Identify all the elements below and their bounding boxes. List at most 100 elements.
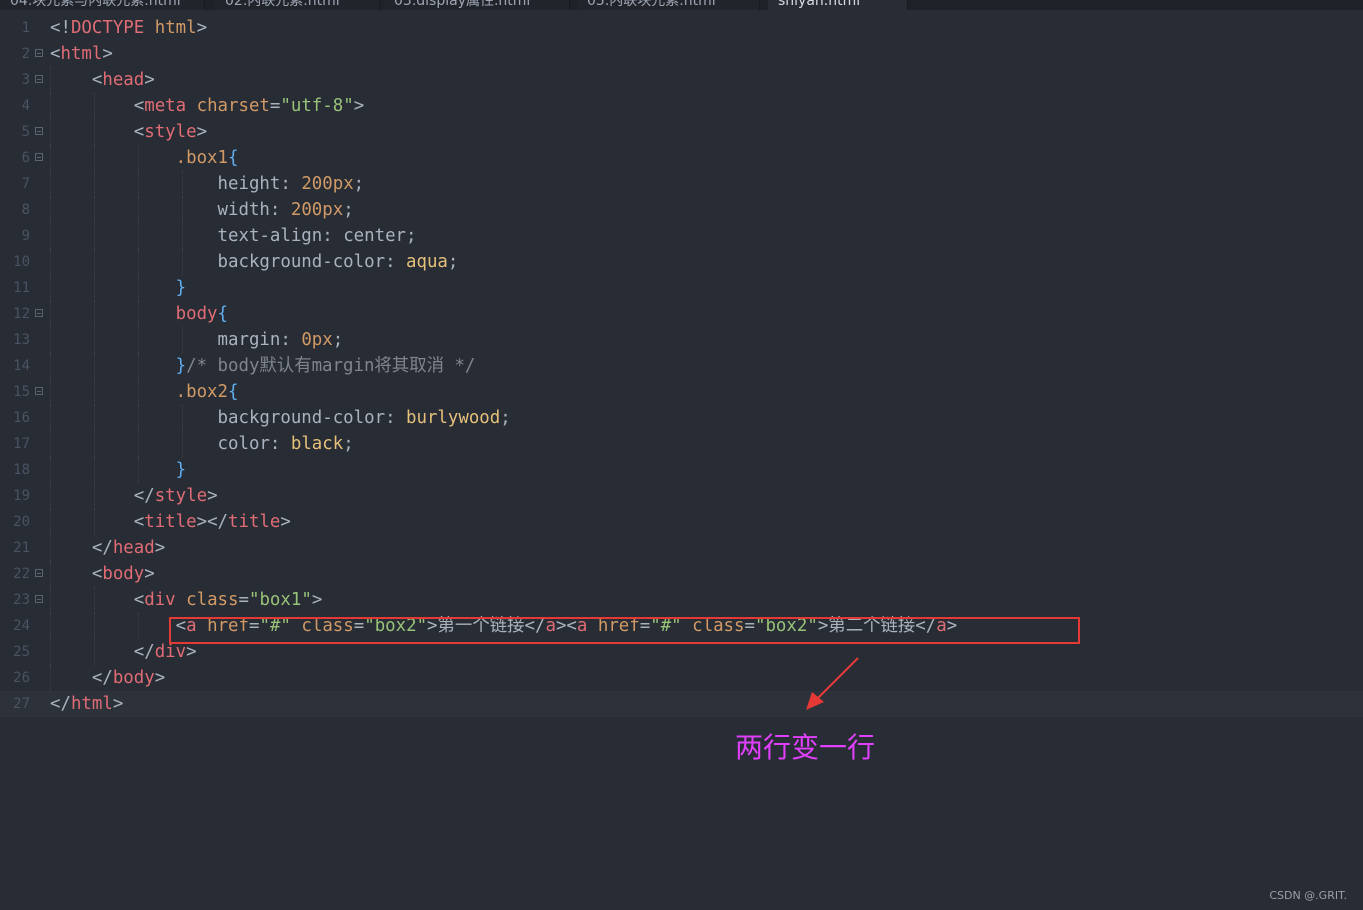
code-text: </style> xyxy=(50,483,218,509)
tab-0[interactable]: 04.块元素与内联元素.html xyxy=(0,0,205,10)
code-token: > xyxy=(112,694,124,714)
code-line[interactable]: 4 <meta charset="utf-8"> xyxy=(0,93,1363,119)
code-text: text-align: center; xyxy=(50,223,417,249)
fold-toggle-icon[interactable] xyxy=(35,49,43,57)
code-token: charset xyxy=(196,96,270,116)
code-text: <body> xyxy=(50,561,155,587)
line-number: 10 xyxy=(13,254,30,270)
code-token: = xyxy=(238,590,249,610)
code-token: < xyxy=(50,616,187,636)
fold-toggle-icon[interactable] xyxy=(35,309,43,317)
line-number: 15 xyxy=(13,384,30,400)
code-line[interactable]: 26 </body> xyxy=(0,665,1363,691)
code-token: .box2 xyxy=(175,382,228,402)
line-number: 22 xyxy=(13,566,30,582)
code-line[interactable]: 17 color: black; xyxy=(0,431,1363,457)
tab-1[interactable]: 02.内联元素.html xyxy=(215,0,380,10)
fold-toggle-icon[interactable] xyxy=(35,595,43,603)
code-token: "box1" xyxy=(248,590,312,610)
code-text: <title></title> xyxy=(50,509,291,535)
code-token: burlywood xyxy=(406,408,501,428)
code-line[interactable]: 13 margin: 0px; xyxy=(0,327,1363,353)
code-line[interactable]: 16 background-color: burlywood; xyxy=(0,405,1363,431)
tab-3[interactable]: 05.内联块元素.html xyxy=(577,0,760,10)
code-text: } xyxy=(50,457,186,483)
code-line[interactable]: 12 body{ xyxy=(0,301,1363,327)
code-token: background-color xyxy=(217,408,386,428)
code-token: </ xyxy=(50,486,155,506)
code-token: body xyxy=(175,304,218,324)
line-number: 27 xyxy=(13,696,30,712)
code-text: </head> xyxy=(50,535,165,561)
code-line[interactable]: 11 } xyxy=(0,275,1363,301)
fold-toggle-icon[interactable] xyxy=(35,387,43,395)
code-token: div xyxy=(154,642,187,662)
tab-4[interactable]: shiyan.html xyxy=(768,0,908,10)
fold-toggle-icon[interactable] xyxy=(35,127,43,135)
code-line[interactable]: 21 </head> xyxy=(0,535,1363,561)
line-number: 6 xyxy=(21,150,30,166)
code-token: black xyxy=(290,434,344,454)
code-token: html xyxy=(60,44,103,64)
code-line[interactable]: 9 text-align: center; xyxy=(0,223,1363,249)
code-line[interactable]: 15 .box2{ xyxy=(0,379,1363,405)
code-token: ; xyxy=(353,174,365,194)
code-text: </html> xyxy=(50,691,123,717)
code-token: } xyxy=(175,278,187,298)
code-token: : xyxy=(385,252,407,272)
code-token: < xyxy=(50,590,145,610)
code-token: 200px xyxy=(301,174,354,194)
code-line[interactable]: 6 .box1{ xyxy=(0,145,1363,171)
code-line[interactable]: 23 <div class="box1"> xyxy=(0,587,1363,613)
code-line[interactable]: 7 height: 200px; xyxy=(0,171,1363,197)
fold-toggle-icon[interactable] xyxy=(35,569,43,577)
code-line[interactable]: 27 </html> xyxy=(0,691,1363,717)
line-number: 26 xyxy=(13,670,30,686)
annotation-arrow xyxy=(806,657,859,710)
code-token: text-align xyxy=(217,226,323,246)
code-line[interactable]: 10 background-color: aqua; xyxy=(0,249,1363,275)
code-token: < xyxy=(50,512,145,532)
code-token: : xyxy=(269,434,291,454)
code-line[interactable]: 5 <style> xyxy=(0,119,1363,145)
code-line[interactable]: 22 <body> xyxy=(0,561,1363,587)
code-line[interactable]: 2 <html> xyxy=(0,41,1363,67)
code-token: /* body默认有margin将其取消 */ xyxy=(186,356,476,376)
code-text: background-color: burlywood; xyxy=(50,405,511,431)
code-token: aqua xyxy=(406,252,448,272)
code-token: title xyxy=(144,512,197,532)
code-line[interactable]: 3 <head> xyxy=(0,67,1363,93)
code-token: height xyxy=(217,174,281,194)
code-line[interactable]: 8 width: 200px; xyxy=(0,197,1363,223)
highlight-box xyxy=(169,617,1080,644)
code-token: .box1 xyxy=(175,148,228,168)
code-line[interactable]: 18 } xyxy=(0,457,1363,483)
code-token: html xyxy=(70,694,113,714)
code-token: div xyxy=(144,590,176,610)
code-token: </ xyxy=(50,642,155,662)
code-line[interactable]: 19 </style> xyxy=(0,483,1363,509)
code-token: > xyxy=(154,538,166,558)
code-token: color xyxy=(217,434,270,454)
code-editor[interactable]: 1 <!DOCTYPE html> 2 <html> 3 <head> 4 <meta c… xyxy=(0,15,1363,910)
code-line[interactable]: 14 }/* body默认有margin将其取消 */ xyxy=(0,353,1363,379)
code-line[interactable]: 1 <!DOCTYPE html> xyxy=(0,15,1363,41)
code-token: html xyxy=(154,18,197,38)
code-text: body{ xyxy=(50,301,228,327)
code-token: head xyxy=(102,70,145,90)
fold-toggle-icon[interactable] xyxy=(35,75,43,83)
code-line[interactable]: 20 <title></title> xyxy=(0,509,1363,535)
code-token: { xyxy=(228,148,239,168)
annotation-text: 两行变一行 xyxy=(735,731,876,764)
tab-2[interactable]: 03.display属性.html xyxy=(384,0,570,10)
code-token: style xyxy=(154,486,208,506)
fold-toggle-icon[interactable] xyxy=(35,153,43,161)
